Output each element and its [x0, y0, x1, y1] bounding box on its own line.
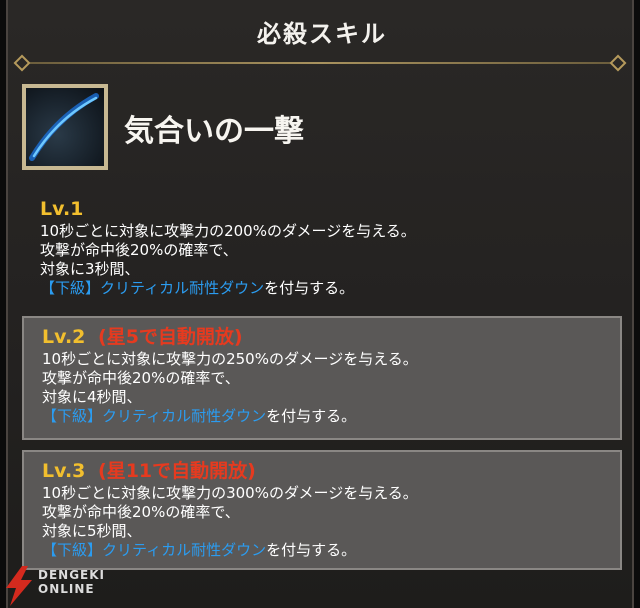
watermark-line1: DENGEKI — [38, 568, 106, 582]
level-title: Lv.3 (星11で自動開放) — [42, 458, 602, 484]
debuff-name: 【下級】クリティカル耐性ダウン — [40, 279, 265, 297]
level-desc-line: 【下級】クリティカル耐性ダウンを付与する。 — [42, 407, 602, 426]
lightning-bolt-icon — [6, 566, 32, 606]
divider-diamond-right — [609, 54, 627, 72]
level-block-3: Lv.3 (星11で自動開放) 10秒ごとに対象に攻撃力の300%のダメージを与… — [22, 450, 622, 570]
level-title: Lv.2 (星5で自動開放) — [42, 324, 602, 350]
level-block-1: Lv.1 10秒ごとに対象に攻撃力の200%のダメージを与える。 攻撃が命中後2… — [22, 190, 622, 302]
unlock-note: (星5で自動開放) — [98, 326, 243, 348]
level-block-2: Lv.2 (星5で自動開放) 10秒ごとに対象に攻撃力の250%のダメージを与え… — [22, 316, 622, 440]
level-number: Lv.2 — [42, 326, 86, 348]
skill-panel: 必殺スキル 気合いの一撃 Lv.1 10秒ごとに対象に攻撃力の200%のダメージ… — [6, 0, 634, 608]
debuff-suffix: を付与する。 — [266, 407, 357, 425]
watermark-logo: DENGEKI ONLINE — [2, 566, 132, 606]
level-desc-line: 10秒ごとに対象に攻撃力の300%のダメージを与える。 — [42, 484, 418, 502]
unlock-note: (星11で自動開放) — [98, 460, 256, 482]
skill-name: 気合いの一撃 — [124, 114, 304, 149]
debuff-suffix: を付与する。 — [264, 279, 355, 297]
debuff-suffix: を付与する。 — [266, 541, 357, 559]
panel-title: 必殺スキル — [257, 20, 387, 48]
debuff-name: 【下級】クリティカル耐性ダウン — [42, 407, 267, 425]
header-divider — [13, 54, 627, 72]
level-desc-line: 攻撃が命中後20%の確率で、 — [40, 241, 238, 259]
level-number: Lv.3 — [42, 460, 86, 482]
level-desc-line: 【下級】クリティカル耐性ダウンを付与する。 — [42, 541, 602, 560]
level-desc-line: 攻撃が命中後20%の確率で、 — [42, 503, 240, 521]
debuff-name: 【下級】クリティカル耐性ダウン — [42, 541, 267, 559]
slash-arc-icon — [26, 88, 104, 166]
skill-icon-frame — [22, 84, 108, 170]
level-desc-line: 10秒ごとに対象に攻撃力の200%のダメージを与える。 — [40, 222, 416, 240]
level-desc-line: 10秒ごとに対象に攻撃力の250%のダメージを与える。 — [42, 350, 418, 368]
divider-diamond-left — [13, 54, 31, 72]
level-number: Lv.1 — [40, 198, 84, 220]
watermark-line2: ONLINE — [38, 582, 95, 596]
level-desc-line: 対象に5秒間、 — [42, 522, 142, 540]
watermark-text: DENGEKI ONLINE — [38, 568, 105, 596]
level-title: Lv.1 — [40, 196, 604, 222]
level-desc-line: 攻撃が命中後20%の確率で、 — [42, 369, 240, 387]
level-desc-line: 対象に3秒間、 — [40, 260, 140, 278]
level-desc-line: 対象に4秒間、 — [42, 388, 142, 406]
level-desc-line: 【下級】クリティカル耐性ダウンを付与する。 — [40, 279, 604, 298]
